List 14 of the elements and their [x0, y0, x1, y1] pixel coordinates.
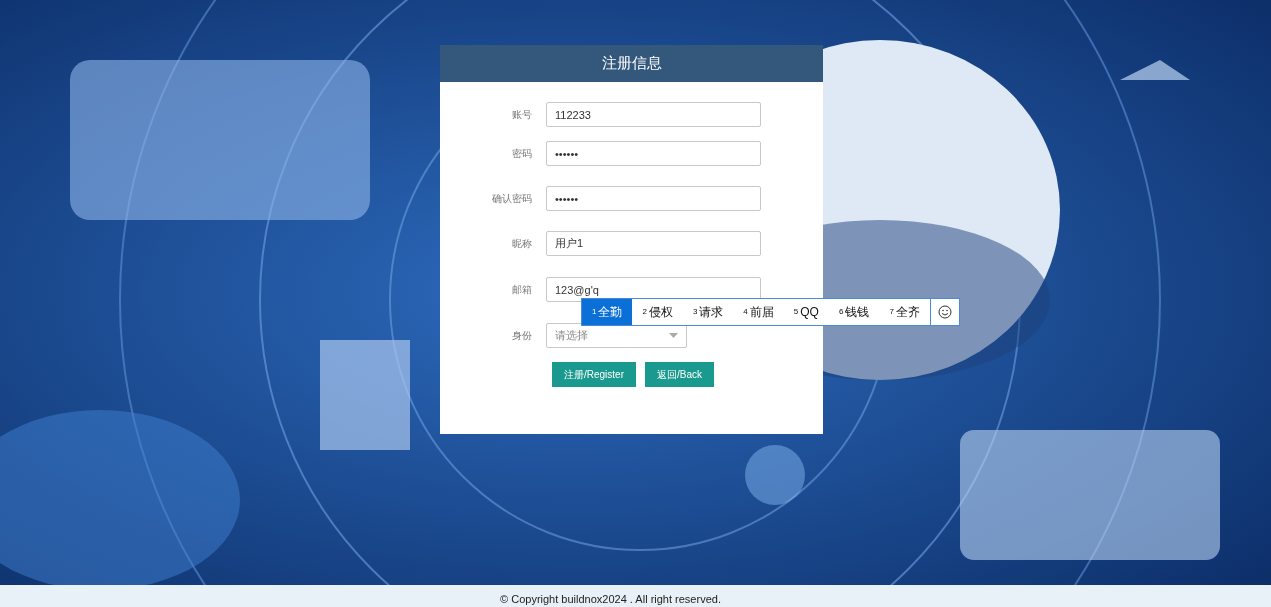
smiley-icon[interactable] — [937, 305, 952, 319]
copyright-text: © Copyright buildnox2024 . All right reserved. — [500, 591, 721, 607]
password-field[interactable]: •••••• — [546, 141, 761, 166]
field-label: 邮箱 — [511, 283, 533, 297]
field-label: 确认密码 — [491, 192, 533, 206]
text-field[interactable]: 112233 — [546, 102, 761, 127]
field-label: 密码 — [511, 147, 533, 161]
caret-icon — [669, 333, 678, 338]
form-title: 注册信息 — [601, 53, 662, 75]
field-label: 身份 — [511, 329, 533, 343]
password-field[interactable]: •••••• — [546, 186, 761, 211]
field-label: 昵称 — [511, 237, 533, 251]
field-label: 账号 — [511, 108, 533, 122]
text-field[interactable]: 用户1 — [546, 231, 761, 256]
